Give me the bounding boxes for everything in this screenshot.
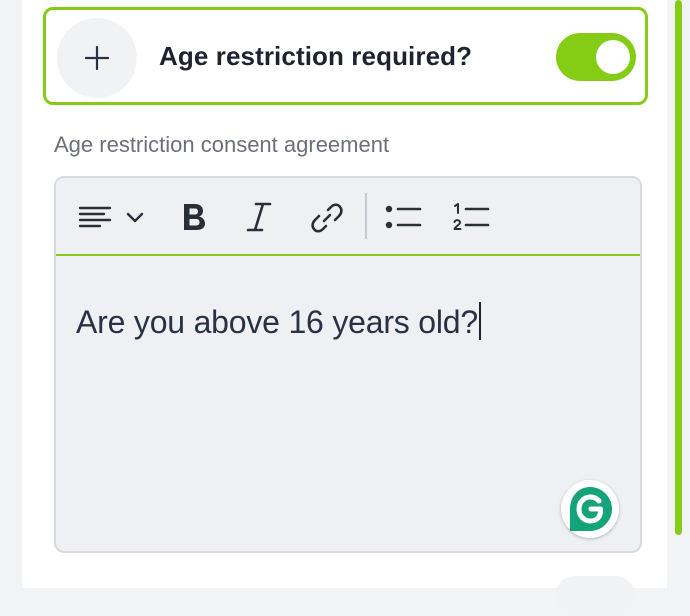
next-control-partial <box>555 576 635 616</box>
rich-text-editor: Are you above 16 years old? <box>54 176 642 553</box>
numbered-list-button[interactable] <box>450 198 492 236</box>
add-button[interactable] <box>57 18 137 98</box>
bullet-list-button[interactable] <box>382 198 424 236</box>
numbered-list-icon <box>453 203 490 230</box>
chevron-down-icon <box>126 212 144 223</box>
editor-content[interactable]: Are you above 16 years old? <box>56 254 640 551</box>
editor-text-wrap: Are you above 16 years old? <box>76 302 481 341</box>
age-restriction-card: Age restriction required? <box>43 7 648 105</box>
scrollbar[interactable] <box>675 0 682 535</box>
toolbar-divider <box>365 193 367 239</box>
align-button[interactable] <box>74 198 154 236</box>
editor-toolbar <box>56 178 640 255</box>
editor-text: Are you above 16 years old? <box>76 304 478 340</box>
link-button[interactable] <box>306 198 348 238</box>
link-icon <box>311 203 343 233</box>
consent-label: Age restriction consent agreement <box>54 132 390 157</box>
grammarly-icon <box>570 487 612 531</box>
bold-button[interactable] <box>174 198 212 236</box>
age-restriction-toggle[interactable] <box>556 33 636 81</box>
align-left-icon <box>78 206 112 228</box>
grammarly-button[interactable] <box>561 480 619 538</box>
italic-icon <box>246 202 272 232</box>
toggle-knob <box>596 40 630 74</box>
plus-icon <box>84 45 110 71</box>
bullet-list-icon <box>385 205 422 229</box>
italic-button[interactable] <box>240 198 278 236</box>
text-caret <box>478 302 481 340</box>
age-restriction-title: Age restriction required? <box>159 41 473 71</box>
bold-icon <box>184 204 205 230</box>
